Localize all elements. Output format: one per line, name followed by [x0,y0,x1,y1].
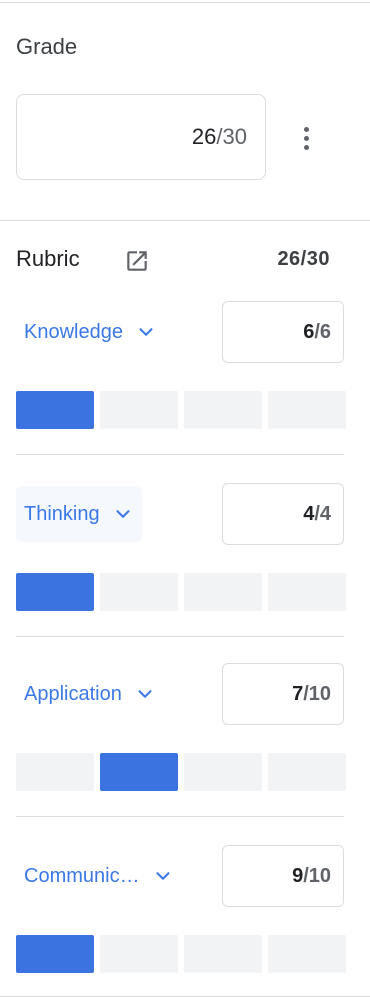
level-option[interactable] [268,573,346,611]
criterion-levels [16,391,346,429]
section-divider [0,220,370,221]
level-option[interactable] [16,935,94,973]
criterion-toggle[interactable]: Knowledge [16,304,165,360]
criterion-score: 9 [292,864,304,887]
criterion-levels [16,753,346,791]
criterion-max: 6 [319,320,331,343]
level-option[interactable] [184,935,262,973]
criterion-levels [16,935,346,973]
criterion-score-input[interactable]: 6/6 [222,301,344,363]
bottom-divider [0,996,370,997]
level-option[interactable] [268,935,346,973]
level-option[interactable] [16,391,94,429]
chevron-down-icon [116,510,130,518]
top-divider [0,2,370,3]
level-option[interactable] [100,391,178,429]
criterion-label: Knowledge [24,320,123,343]
grade-input[interactable]: 26/30 [16,94,266,180]
level-option[interactable] [100,753,178,791]
criterion-score: 6 [303,320,315,343]
criterion-score-input[interactable]: 4/4 [222,483,344,545]
criterion-label: Application [24,682,122,705]
grade-title: Grade [16,34,78,59]
level-option[interactable] [16,753,94,791]
criterion-score-input[interactable]: 7/10 [222,663,344,725]
criterion-score: 4 [303,502,315,525]
criterion-max: 4 [319,502,331,525]
criterion-score-input[interactable]: 9/10 [222,845,344,907]
level-option[interactable] [184,391,262,429]
criterion-divider [16,636,344,637]
criterion-toggle[interactable]: Application [16,666,164,722]
level-option[interactable] [184,573,262,611]
rubric-total: 26/30 [277,248,330,270]
criterion-label: Communic… [24,864,140,887]
criterion-max: 10 [308,864,331,887]
level-option[interactable] [184,753,262,791]
grade-score: 26 [191,124,217,149]
criterion-divider [16,816,344,817]
level-option[interactable] [100,935,178,973]
criterion-divider [16,454,344,455]
level-option[interactable] [268,753,346,791]
criterion-score: 7 [292,682,304,705]
level-option[interactable] [100,573,178,611]
grade-max: 30 [222,124,247,149]
rubric-title: Rubric [16,246,80,271]
criterion-label: Thinking [24,502,100,525]
level-option[interactable] [268,391,346,429]
more-vert-icon[interactable] [290,118,322,158]
chevron-down-icon [138,690,152,698]
criterion-max: 10 [308,682,331,705]
criterion-levels [16,573,346,611]
chevron-down-icon [139,328,153,336]
chevron-down-icon [156,872,170,880]
criterion-toggle[interactable]: Communic… [16,848,182,904]
open-in-new-icon[interactable] [124,248,150,274]
criterion-toggle[interactable]: Thinking [16,486,142,542]
level-option[interactable] [16,573,94,611]
